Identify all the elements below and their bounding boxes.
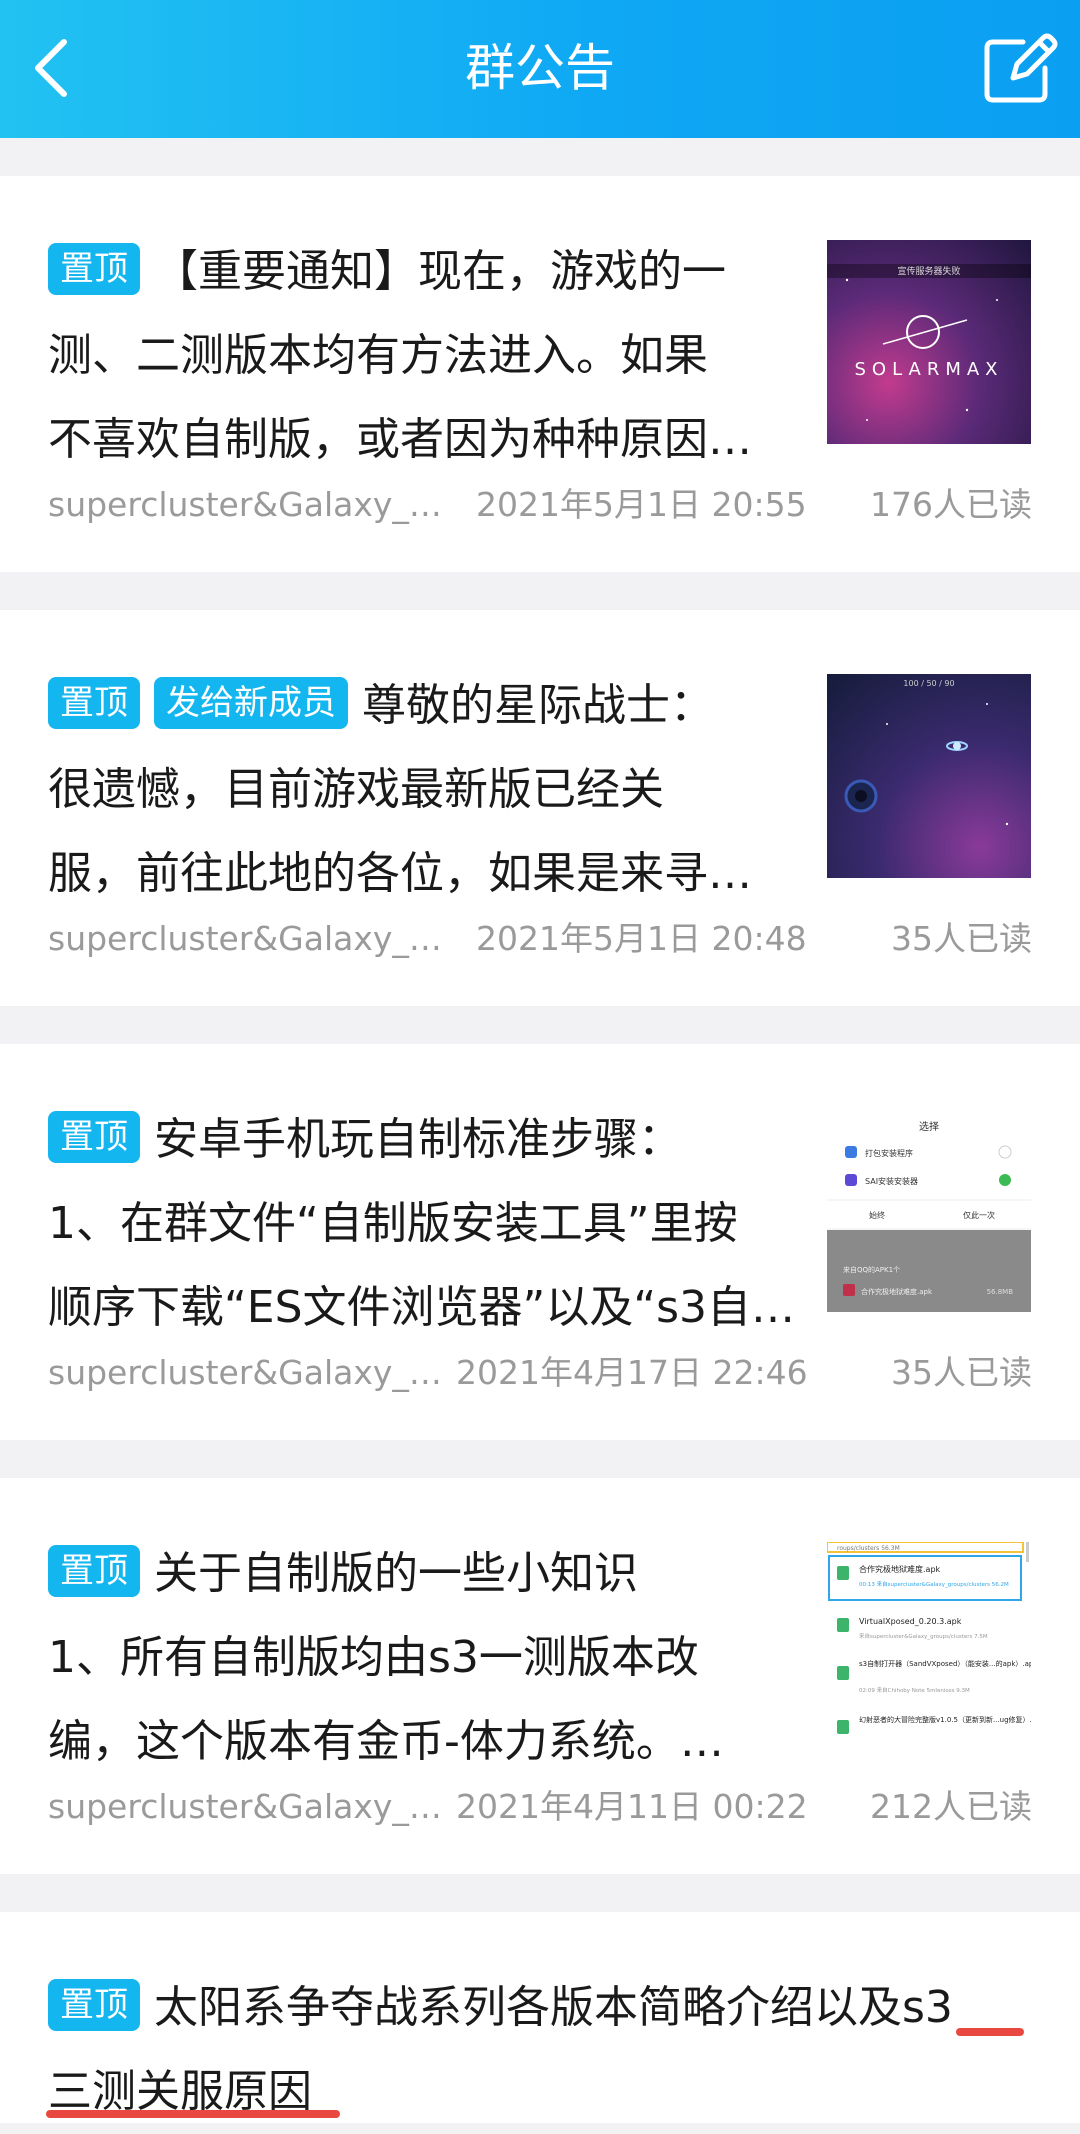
announcement-meta: supercluster&Galaxy_gr... 2021年5月1日 20:5… <box>48 480 1032 530</box>
thumb-button: 始终 <box>869 1210 885 1220</box>
thumb-footer: 来自QQ的APK1个 <box>843 1265 900 1274</box>
read-count: 35人已读 <box>891 919 1032 958</box>
announcement-line: 编，这个版本有金币-体力系统。… <box>48 1716 724 1767</box>
thumb-option: 打包安装程序 <box>865 1148 913 1158</box>
announcement-card[interactable]: 置顶 太阳系争夺战系列各版本简略介绍以及s3 三测关服原因 <box>0 1912 1080 2123</box>
announcement-line: 1、所有自制版均由s3一测版本改 <box>48 1632 699 1683</box>
thumb-logo: SOLARMAX <box>854 359 1003 380</box>
announcement-card[interactable]: 置顶 发给新成员 尊敬的星际战士： 很遗憾，目前游戏最新版已经关 服，前往此地的各位… <box>0 610 1080 1006</box>
announcement-line: 【重要通知】现在，游戏的一 <box>154 246 726 297</box>
read-count: 176人已读 <box>870 485 1032 524</box>
announcement-line: 服，前往此地的各位，如果是来寻… <box>48 848 752 899</box>
top-bar: 群公告 <box>0 0 1080 138</box>
announcement-meta: supercluster&Galaxy_g... 2021年4月17日 22:4… <box>48 1348 1032 1398</box>
thumb-text: roups/clusters 56.3M <box>837 1545 900 1552</box>
announcement-thumbnail: 宣传服务器失败 SOLARMAX <box>827 240 1031 444</box>
announcement-line: 三测关服原因 <box>48 2066 312 2117</box>
pinned-tag: 置顶 <box>48 1979 140 2031</box>
edit-icon <box>984 33 1058 103</box>
thumb-file: s3自制打开器（SandVXposed）（能安装...的apk）.apk <box>859 1659 1031 1668</box>
announcement-thumbnail: 100 / 50 / 90 <box>827 674 1031 878</box>
announcement-meta: supercluster&Galaxy_gr... 2021年5月1日 20:4… <box>48 914 1032 964</box>
read-count: 212人已读 <box>870 1787 1032 1826</box>
thumb-file: VirtualXposed_0.20.3.apk <box>859 1617 962 1626</box>
read-count: 35人已读 <box>891 1353 1032 1392</box>
announcement-card[interactable]: 置顶 关于自制版的一些小知识 1、所有自制版均由s3一测版本改 编，这个版本有金币… <box>0 1478 1080 1874</box>
author: supercluster&Galaxy_gr... <box>48 485 448 524</box>
pinned-tag: 置顶 <box>48 1545 140 1597</box>
thumb-caption: 100 / 50 / 90 <box>903 679 954 688</box>
edit-button[interactable] <box>976 28 1062 108</box>
post-date: 2021年5月1日 20:48 <box>476 919 807 958</box>
announcement-line: 测、二测版本均有方法进入。如果 <box>48 330 708 381</box>
thumb-file: 幻射恶者的大冒险完整版v1.0.5（更新到新...ug修复）.apk <box>859 1715 1031 1724</box>
announcement-meta: supercluster&Galaxy_g... 2021年4月11日 00:2… <box>48 1782 1032 1832</box>
announcement-line: 很遗憾，目前游戏最新版已经关 <box>48 764 664 815</box>
announcement-line: 顺序下载“ES文件浏览器”以及“s3自… <box>48 1282 796 1333</box>
thumb-file-sub: 02:09 来自Chihoby Note 5mlenioss 9.3M <box>859 1686 970 1694</box>
announcement-text: 置顶 关于自制版的一些小知识 1、所有自制版均由s3一测版本改 编，这个版本有金币… <box>48 1532 808 1784</box>
announcement-text: 置顶 安卓手机玩自制标准步骤： 1、在群文件“自制版安装工具”里按 顺序下载“ES… <box>48 1098 808 1350</box>
announcement-line: 不喜欢自制版，或者因为种种原因… <box>48 414 752 465</box>
announcement-line: 1、在群文件“自制版安装工具”里按 <box>48 1198 738 1249</box>
announcement-line: 关于自制版的一些小知识 <box>154 1548 638 1599</box>
highlight-underline <box>46 2110 340 2118</box>
announcement-text: 置顶 发给新成员 尊敬的星际战士： 很遗憾，目前游戏最新版已经关 服，前往此地的各位… <box>48 664 808 916</box>
pinned-tag: 置顶 <box>48 677 140 729</box>
announcement-card[interactable]: 置顶 【重要通知】现在，游戏的一 测、二测版本均有方法进入。如果 不喜欢自制版，或… <box>0 176 1080 572</box>
announcement-line: 尊敬的星际战士： <box>362 680 714 731</box>
pinned-tag: 置顶 <box>48 1111 140 1163</box>
announcement-thumbnail: 选择 打包安装程序 SAI安装安装器 始终 仅此一次 来自QQ的APK1个 合作… <box>827 1108 1031 1312</box>
announcement-card[interactable]: 置顶 安卓手机玩自制标准步骤： 1、在群文件“自制版安装工具”里按 顺序下载“ES… <box>0 1044 1080 1440</box>
announcement-line: 太阳系争夺战系列各版本简略介绍以及s3 <box>154 1982 953 2033</box>
thumb-file: 合作究极地狱难度.apk <box>859 1564 941 1574</box>
thumb-file-sub: 00:13 来自supercluster&Galaxy_groups/clust… <box>859 1580 1009 1588</box>
thumb-caption: 宣传服务器失败 <box>897 265 960 277</box>
thumb-footer: 合作究极地狱难度.apk <box>861 1287 933 1296</box>
announcement-line: 安卓手机玩自制标准步骤： <box>154 1114 682 1165</box>
post-date: 2021年4月17日 22:46 <box>456 1353 808 1392</box>
author: supercluster&Galaxy_gr... <box>48 919 448 958</box>
thumb-button: 仅此一次 <box>963 1210 995 1220</box>
page-title: 群公告 <box>465 39 615 97</box>
thumb-footer: 56.8MB <box>987 1288 1014 1296</box>
pinned-tag: 置顶 <box>48 243 140 295</box>
author: supercluster&Galaxy_g... <box>48 1787 448 1826</box>
thumb-option: SAI安装安装器 <box>865 1176 918 1186</box>
author: supercluster&Galaxy_g... <box>48 1353 448 1392</box>
announcement-text: 置顶 太阳系争夺战系列各版本简略介绍以及s3 三测关服原因 <box>48 1966 1048 2134</box>
post-date: 2021年5月1日 20:55 <box>476 485 807 524</box>
thumb-dialog-title: 选择 <box>919 1120 939 1133</box>
announcement-text: 置顶 【重要通知】现在，游戏的一 测、二测版本均有方法进入。如果 不喜欢自制版，或… <box>48 230 808 482</box>
thumb-file-sub: 来自supercluster&Galaxy_groups/clusters 7.… <box>859 1632 988 1640</box>
highlight-underline <box>956 2028 1024 2036</box>
new-member-tag: 发给新成员 <box>154 677 348 729</box>
announcement-thumbnail: roups/clusters 56.3M 合作究极地狱难度.apk 00:13 … <box>827 1542 1031 1746</box>
post-date: 2021年4月11日 00:22 <box>456 1787 808 1826</box>
